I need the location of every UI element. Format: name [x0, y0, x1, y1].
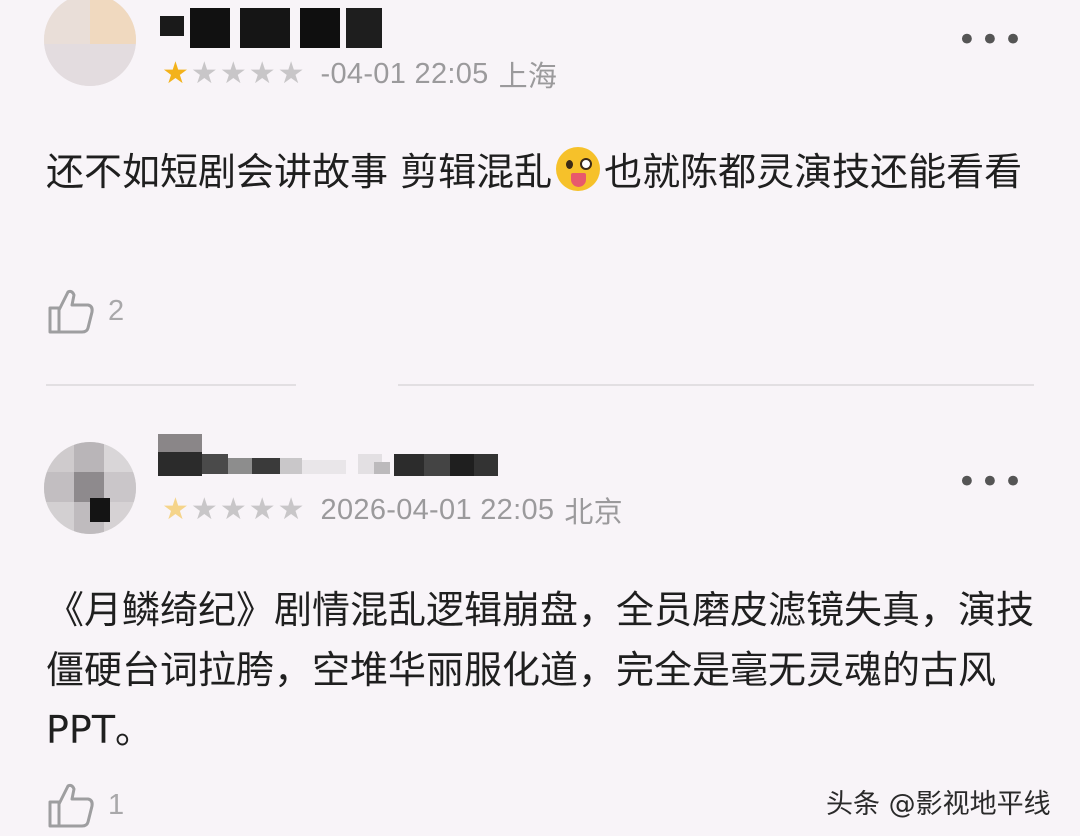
comment-meta: ★ ★ ★ ★ ★ 2026-04-01 22:05 北京	[162, 492, 623, 530]
like-button[interactable]: 1	[46, 780, 124, 830]
like-button[interactable]: 2	[46, 286, 124, 336]
star-icon: ★	[219, 492, 247, 527]
avatar[interactable]	[44, 442, 136, 534]
thumbs-up-icon	[48, 783, 94, 828]
star-icon: ★	[190, 492, 218, 527]
star-icon: ★	[277, 56, 305, 91]
comment-location: 北京	[564, 497, 623, 529]
username-redacted[interactable]	[158, 434, 498, 478]
more-options-button[interactable]: •••	[957, 462, 1026, 502]
comment-item: ••• ★ ★ ★ ★ ★ 2026-04-01 22:05 北京 《月鳞绮纪》…	[0, 420, 1080, 836]
thumbs-up-icon	[48, 289, 94, 334]
divider	[398, 384, 1034, 386]
star-icon: ★	[162, 492, 189, 527]
star-icon: ★	[162, 56, 189, 91]
comment-location: 上海	[498, 61, 558, 93]
username-redacted[interactable]	[160, 8, 390, 48]
star-icon: ★	[219, 56, 247, 91]
watermark: 头条 @影视地平线	[826, 789, 1051, 820]
star-icon: ★	[277, 492, 305, 527]
rating-stars: ★ ★ ★ ★ ★	[162, 495, 305, 525]
avatar[interactable]	[44, 0, 136, 86]
winking-tongue-emoji-icon	[556, 147, 601, 191]
comment-text: 还不如短剧会讲故事 剪辑混乱 也就陈都灵演技还能看看	[46, 142, 1046, 202]
comment-timestamp: 2026-04-01 22:05	[320, 493, 555, 526]
star-icon: ★	[248, 492, 276, 527]
rating-stars: ★ ★ ★ ★ ★	[162, 59, 305, 89]
star-icon: ★	[190, 56, 218, 91]
comment-timestamp: -04-01 22:05	[320, 57, 489, 90]
like-count: 2	[108, 294, 125, 327]
comment-text: 《月鳞绮纪》剧情混乱逻辑崩盘，全员磨皮滤镜失真，演技僵硬台词拉胯，空堆华丽服化道…	[46, 588, 1035, 752]
star-icon: ★	[248, 56, 276, 91]
like-count: 1	[108, 788, 125, 821]
divider	[46, 384, 296, 386]
comment-meta: ★ ★ ★ ★ ★ -04-01 22:05 上海	[162, 56, 558, 94]
comment-item: ★ ★ ★ ★ ★ -04-01 22:05 上海 ••• 还不如短剧会讲故事 …	[0, 0, 1080, 370]
more-options-button[interactable]: •••	[957, 20, 1026, 60]
